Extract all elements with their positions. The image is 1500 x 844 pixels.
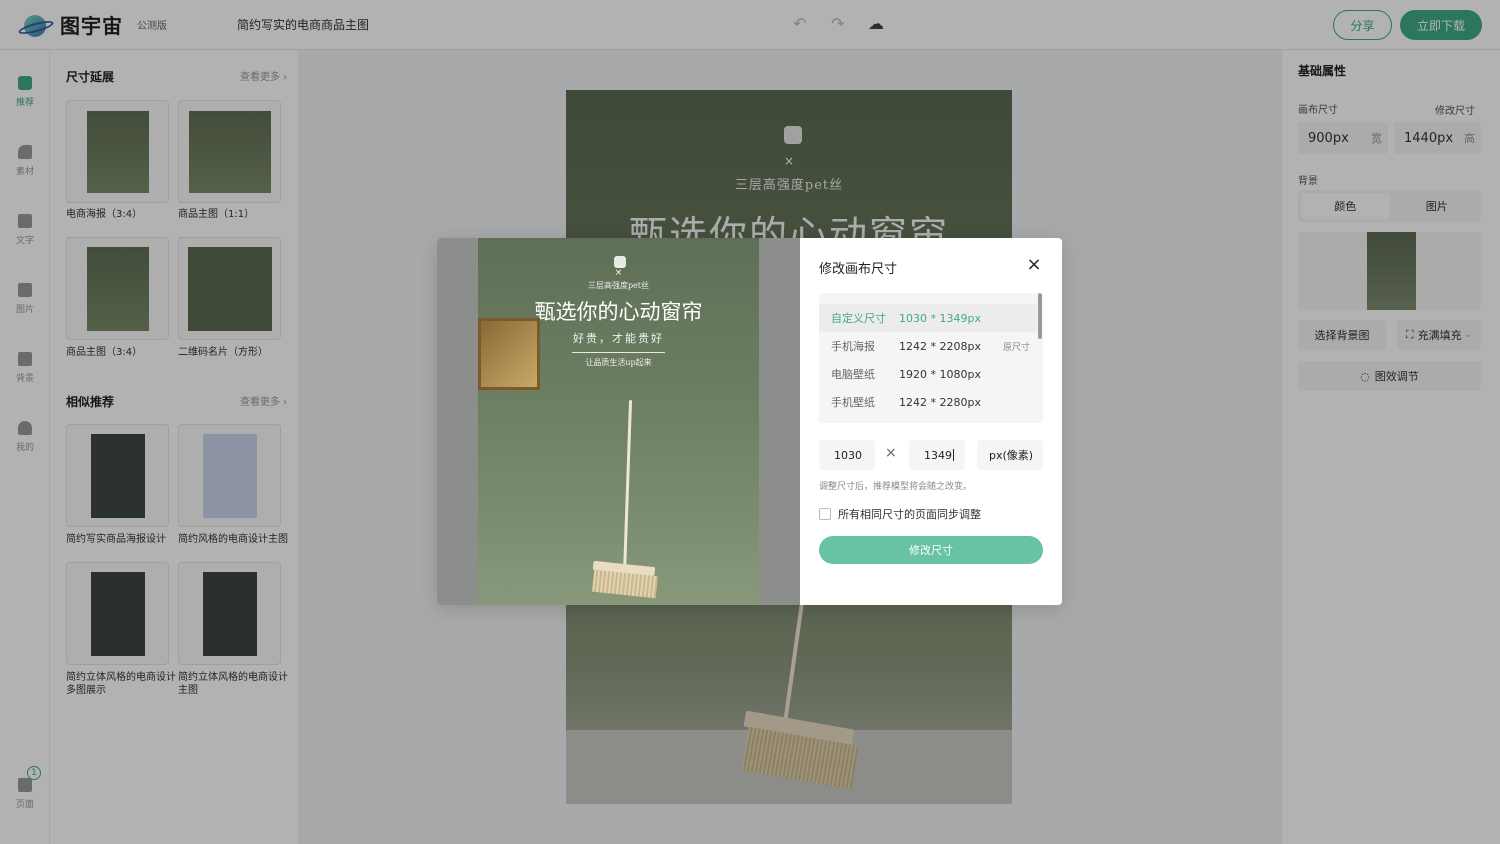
times-icon: × bbox=[885, 445, 897, 461]
preset-name: 手机壁纸 bbox=[831, 396, 875, 409]
size-preset-phone-poster[interactable]: 手机海报 1242 * 2208px 原尺寸 bbox=[819, 332, 1037, 360]
preset-name: 电脑壁纸 bbox=[831, 368, 875, 381]
size-preset-custom[interactable]: 自定义尺寸 1030 * 1349px bbox=[819, 304, 1037, 332]
preset-size: 1242 * 2208px bbox=[899, 339, 981, 353]
preview-divider bbox=[572, 352, 665, 353]
preview-x-mark: × bbox=[614, 268, 623, 278]
list-scrollbar[interactable] bbox=[1038, 293, 1042, 339]
sync-pages-checkbox[interactable]: 所有相同尺寸的页面同步调整 bbox=[819, 506, 981, 522]
checkbox-icon[interactable] bbox=[819, 508, 831, 520]
dialog-title: 修改画布尺寸 bbox=[819, 262, 898, 277]
preset-name: 自定义尺寸 bbox=[831, 312, 886, 325]
original-size-tag: 原尺寸 bbox=[1003, 342, 1031, 353]
resize-canvas-dialog: × 三层高强度pet丝 甄选你的心动窗帘 好贵，才能贵好 让品质生活up起来 修… bbox=[437, 238, 1062, 605]
preset-size: 1920 * 1080px bbox=[899, 367, 981, 381]
wall-painting bbox=[478, 318, 540, 390]
preview-subtitle: 三层高强度pet丝 bbox=[587, 281, 650, 290]
size-preset-list: 自定义尺寸 1030 * 1349px 手机海报 1242 * 2208px 原… bbox=[819, 293, 1043, 423]
resize-hint: 调整尺寸后，推荐模型将会随之改变。 bbox=[819, 482, 973, 492]
sync-pages-label: 所有相同尺寸的页面同步调整 bbox=[838, 508, 981, 521]
text-caret bbox=[953, 449, 954, 461]
unit-selector[interactable]: px(像素) bbox=[977, 440, 1043, 470]
preset-size: 1030 * 1349px bbox=[899, 311, 981, 325]
preset-name: 手机海报 bbox=[831, 340, 875, 353]
preview-area: × 三层高强度pet丝 甄选你的心动窗帘 好贵，才能贵好 让品质生活up起来 bbox=[437, 238, 800, 605]
close-icon[interactable]: × bbox=[1025, 256, 1043, 274]
width-input[interactable]: 1030 bbox=[819, 440, 875, 470]
broom-handle bbox=[622, 400, 633, 575]
height-input[interactable]: 1349 bbox=[909, 440, 965, 470]
resize-preview: × 三层高强度pet丝 甄选你的心动窗帘 好贵，才能贵好 让品质生活up起来 bbox=[478, 238, 759, 605]
size-preset-phone-wallpaper[interactable]: 手机壁纸 1242 * 2280px bbox=[819, 388, 1037, 416]
brand-logo-icon bbox=[614, 256, 626, 268]
preset-size: 1242 * 2280px bbox=[899, 395, 981, 409]
apply-resize-button[interactable]: 修改尺寸 bbox=[819, 536, 1043, 564]
height-input-value: 1349 bbox=[924, 448, 952, 462]
size-preset-desktop-wallpaper[interactable]: 电脑壁纸 1920 * 1080px bbox=[819, 360, 1037, 388]
